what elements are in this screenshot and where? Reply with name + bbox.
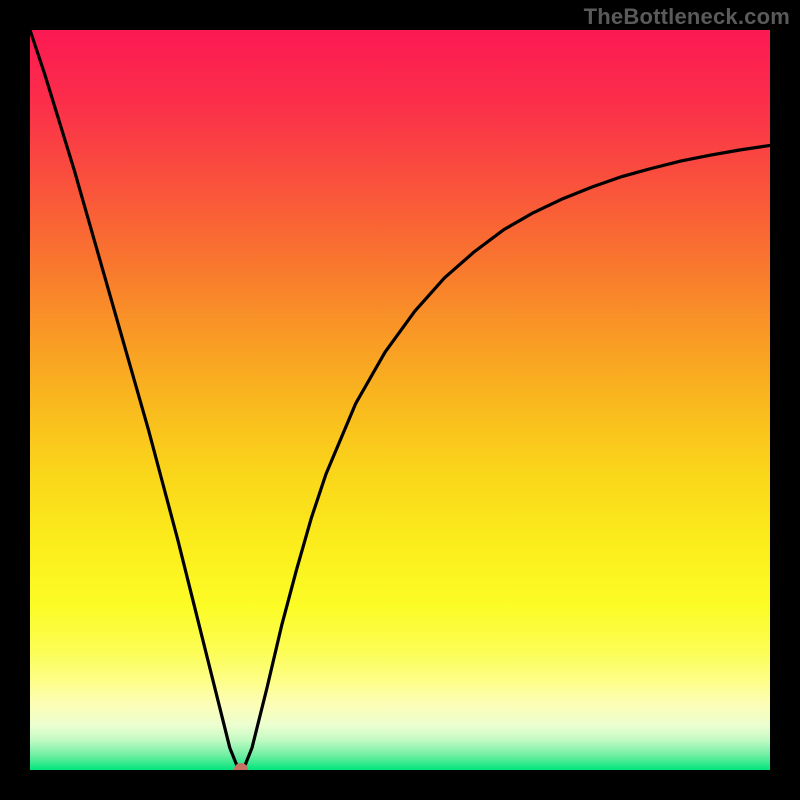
plot-area [30, 30, 770, 770]
bottleneck-curve [30, 30, 770, 770]
chart-container: TheBottleneck.com [0, 0, 800, 800]
watermark-label: TheBottleneck.com [584, 4, 790, 30]
optimum-marker [234, 763, 248, 770]
